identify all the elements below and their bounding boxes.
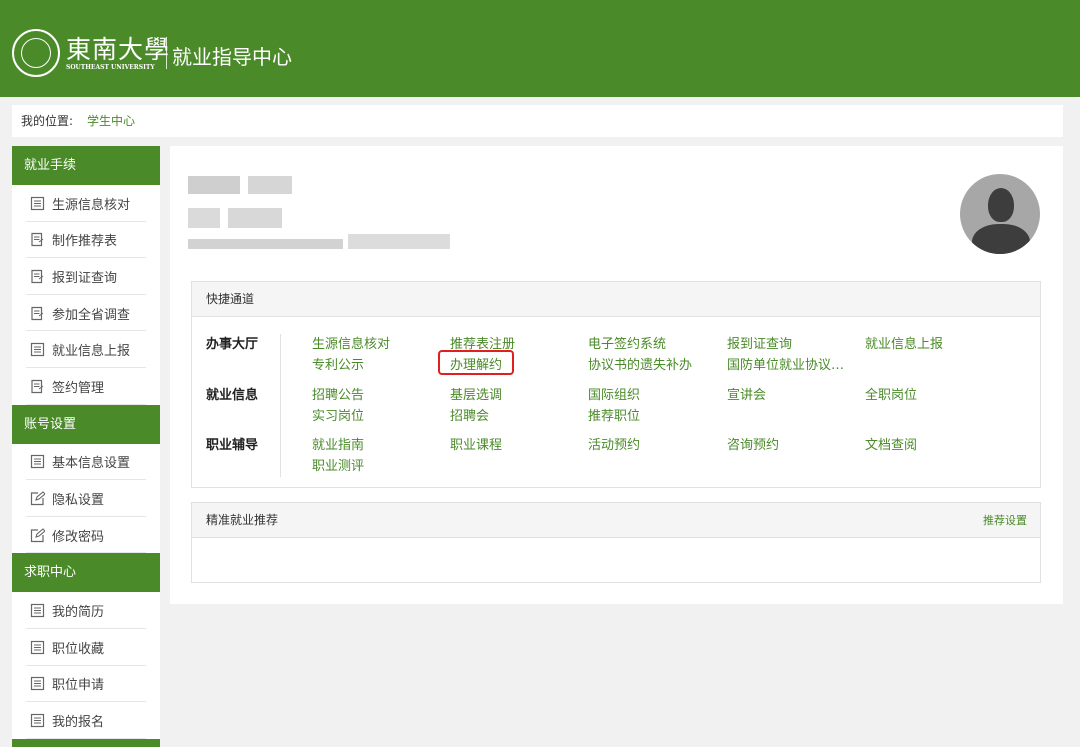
sidebar-item-my-registrations[interactable]: 我的报名 — [12, 702, 160, 739]
sidebar-item-label: 我的报名 — [52, 714, 105, 730]
recommendation-title: 精准就业推荐 — [206, 513, 279, 527]
quick-access-panel: 快捷通道 办事大厅 生源信息核对 推荐表注册 电子签约系统 报到证查询 就业信息… — [191, 281, 1041, 488]
sidebar-item-label: 我的简历 — [52, 605, 105, 621]
document-icon — [30, 603, 45, 618]
sidebar-item-privacy[interactable]: 隐私设置 — [12, 480, 160, 517]
quick-link-report-certificate[interactable]: 报到证查询 — [727, 333, 792, 352]
sidebar-item-label: 修改密码 — [52, 529, 105, 545]
sidebar-item-label: 基本信息设置 — [52, 456, 131, 472]
document-icon — [30, 342, 45, 357]
quick-link-employment-report[interactable]: 就业信息上报 — [865, 333, 943, 352]
quick-link-career-assessment[interactable]: 职业测评 — [312, 455, 364, 474]
university-seal-logo — [12, 29, 60, 77]
quick-link-job-fairs[interactable]: 招聘会 — [450, 405, 489, 424]
sidebar-section-account[interactable]: 账号设置 — [12, 404, 160, 444]
quick-link-internships[interactable]: 实习岗位 — [312, 405, 364, 424]
document-icon — [30, 713, 45, 728]
sidebar-item-label: 生源信息核对 — [52, 197, 131, 213]
quick-access-divider — [280, 334, 281, 477]
form-icon — [30, 232, 45, 247]
sidebar-item-label: 制作推荐表 — [52, 234, 118, 250]
quick-link-defense-agreement[interactable]: 国防单位就业协议… — [727, 354, 844, 373]
sidebar-item-label: 报到证查询 — [52, 270, 118, 286]
group-label-career-guidance: 职业辅导 — [206, 438, 259, 453]
user-avatar[interactable] — [960, 174, 1040, 254]
quick-link-international-orgs[interactable]: 国际组织 — [588, 384, 640, 403]
form-icon — [30, 269, 45, 284]
document-icon — [30, 676, 45, 691]
sidebar-item-change-password[interactable]: 修改密码 — [12, 516, 160, 554]
sidebar-item-contract-management[interactable]: 签约管理 — [12, 367, 160, 405]
breadcrumb-link-student-center[interactable]: 学生中心 — [87, 114, 135, 128]
main-panel: 快捷通道 办事大厅 生源信息核对 推荐表注册 电子签约系统 报到证查询 就业信息… — [170, 146, 1063, 604]
sidebar-item-provincial-survey[interactable]: 参加全省调查 — [12, 294, 160, 332]
sidebar-item-my-resume[interactable]: 我的简历 — [12, 592, 160, 629]
quick-link-patent-notice[interactable]: 专利公示 — [312, 354, 364, 373]
quick-access-title: 快捷通道 — [192, 282, 1040, 317]
sidebar-section-next — [12, 738, 160, 747]
sidebar-item-saved-jobs[interactable]: 职位收藏 — [12, 628, 160, 666]
header-divider — [166, 37, 167, 69]
sidebar-item-label: 签约管理 — [52, 380, 105, 396]
document-icon — [30, 454, 45, 469]
sidebar-item-source-check[interactable]: 生源信息核对 — [12, 185, 160, 222]
quick-link-lost-agreement[interactable]: 协议书的遗失补办 — [588, 354, 692, 373]
group-label-employment-info: 就业信息 — [206, 388, 259, 403]
quick-link-source-check[interactable]: 生源信息核对 — [312, 333, 390, 352]
quick-link-grassroots-selection[interactable]: 基层选调 — [450, 384, 502, 403]
form-icon — [30, 306, 45, 321]
breadcrumb-label: 我的位置: — [21, 114, 74, 128]
quick-link-full-time-jobs[interactable]: 全职岗位 — [865, 384, 917, 403]
sidebar-item-recommendation-form[interactable]: 制作推荐表 — [12, 221, 160, 259]
quick-link-consultation-booking[interactable]: 咨询预约 — [727, 434, 779, 453]
sidebar-item-label: 职位收藏 — [52, 641, 105, 657]
group-label-service-hall: 办事大厅 — [206, 337, 259, 352]
university-name-cn: 東南大學 — [66, 35, 171, 64]
sidebar-item-report-certificate[interactable]: 报到证查询 — [12, 258, 160, 295]
sidebar-section-job-center[interactable]: 求职中心 — [12, 553, 160, 593]
sidebar-item-basic-info[interactable]: 基本信息设置 — [12, 443, 160, 481]
quick-link-event-booking[interactable]: 活动预约 — [588, 434, 640, 453]
quick-link-document-lookup[interactable]: 文档查阅 — [865, 434, 917, 453]
edit-icon — [30, 527, 46, 543]
recommendation-panel-header: 精准就业推荐 推荐设置 — [192, 503, 1040, 538]
sidebar-item-label: 隐私设置 — [52, 492, 105, 508]
quick-link-career-courses[interactable]: 职业课程 — [450, 434, 502, 453]
top-header: 東南大學 SOUTHEAST UNIVERSITY 就业指导中心 — [0, 0, 1080, 97]
form-icon — [30, 379, 45, 394]
sidebar-section-procedures[interactable]: 就业手续 — [12, 146, 160, 185]
highlight-box — [438, 350, 514, 375]
recommendation-settings-link[interactable]: 推荐设置 — [983, 503, 1027, 538]
sidebar: 就业手续 生源信息核对 制作推荐表 报到证查询 参加全省调查 就业信息上报 签约… — [12, 146, 160, 747]
sidebar-item-employment-report[interactable]: 就业信息上报 — [12, 331, 160, 368]
quick-link-e-signing[interactable]: 电子签约系统 — [588, 333, 666, 352]
breadcrumb: 我的位置: 学生中心 — [12, 105, 1063, 137]
quick-link-recommended-jobs[interactable]: 推荐职位 — [588, 405, 640, 424]
university-name-en: SOUTHEAST UNIVERSITY — [66, 64, 155, 71]
document-icon — [30, 196, 45, 211]
recommendation-panel: 精准就业推荐 推荐设置 — [191, 502, 1041, 583]
quick-link-recruitment-notice[interactable]: 招聘公告 — [312, 384, 364, 403]
document-icon — [30, 640, 45, 655]
sidebar-item-label: 参加全省调查 — [52, 307, 131, 323]
edit-icon — [30, 491, 46, 506]
site-title: 就业指导中心 — [172, 45, 292, 69]
quick-link-info-sessions[interactable]: 宣讲会 — [727, 384, 766, 403]
sidebar-item-label: 就业信息上报 — [52, 344, 131, 360]
quick-link-employment-guide[interactable]: 就业指南 — [312, 434, 364, 453]
sidebar-item-job-applications[interactable]: 职位申请 — [12, 665, 160, 703]
sidebar-item-label: 职位申请 — [52, 678, 105, 694]
